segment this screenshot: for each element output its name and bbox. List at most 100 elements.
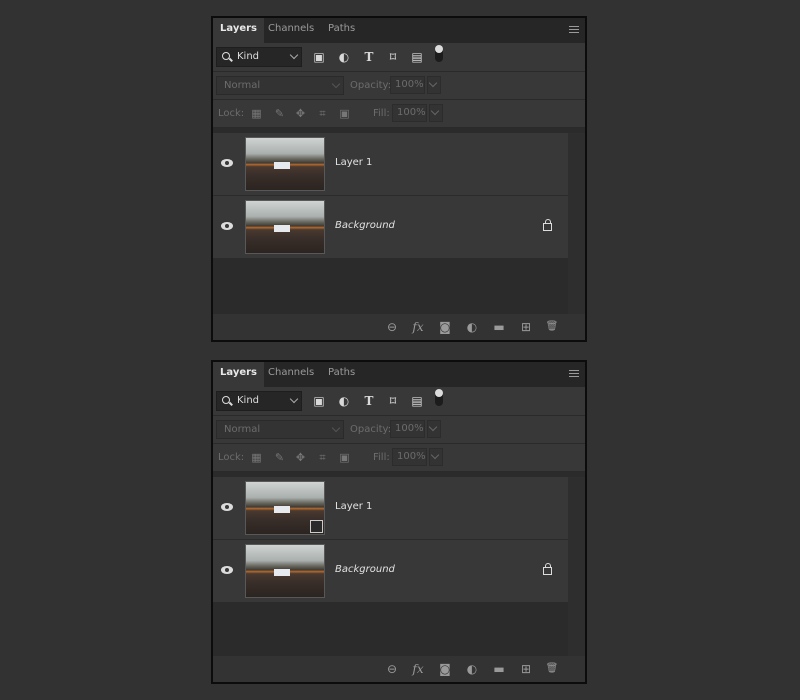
tab-paths[interactable]: Paths <box>321 18 362 43</box>
panel-footer: ⊖ fx ◙ ◐ ▬ ⊞ 🗑 <box>213 314 585 340</box>
visibility-eye-icon[interactable] <box>221 566 233 574</box>
link-layers-icon[interactable]: ⊖ <box>385 662 399 676</box>
filter-toggle[interactable] <box>435 45 443 62</box>
search-icon <box>222 396 230 404</box>
lock-artboard-icon[interactable]: ⌗ <box>317 452 328 463</box>
lock-position-icon[interactable]: ✥ <box>295 108 306 119</box>
layer-row[interactable]: Background <box>213 540 570 603</box>
visibility-eye-icon[interactable] <box>221 222 233 230</box>
adjustment-filter-icon[interactable]: ◐ <box>337 50 351 64</box>
blend-mode-value: Normal <box>224 80 261 91</box>
visibility-eye-icon[interactable] <box>221 503 233 511</box>
lock-position-icon[interactable]: ✥ <box>295 452 306 463</box>
adjustment-layer-icon[interactable]: ◐ <box>465 662 479 676</box>
fx-icon[interactable]: fx <box>411 320 425 334</box>
lock-transparent-icon[interactable]: ▦ <box>251 108 262 119</box>
blend-mode-value: Normal <box>224 424 261 435</box>
panel-menu-icon[interactable] <box>569 26 579 34</box>
lock-row: Lock: ▦ ✎ ✥ ⌗ ▣ Fill: 100% <box>213 444 585 472</box>
tab-layers[interactable]: Layers <box>213 18 264 43</box>
layer-list: Layer 1 Background <box>213 477 570 603</box>
panel-tab-bar: Layers Channels Paths <box>213 362 585 387</box>
layer-thumbnail <box>245 544 325 598</box>
lock-all-icon[interactable]: ▣ <box>339 452 350 463</box>
link-layers-icon[interactable]: ⊖ <box>385 320 399 334</box>
filter-kind-dropdown[interactable]: Kind <box>216 391 302 411</box>
layer-row[interactable]: Layer 1 <box>213 477 570 540</box>
opacity-input[interactable]: 100% <box>390 76 425 94</box>
layer-row[interactable]: Layer 1 <box>213 133 570 196</box>
fill-dropdown[interactable] <box>429 448 443 466</box>
scrollbar[interactable] <box>568 477 585 659</box>
layer-name[interactable]: Layer 1 <box>335 501 372 512</box>
blend-mode-dropdown[interactable]: Normal <box>216 420 344 439</box>
tab-channels[interactable]: Channels <box>261 362 321 387</box>
opacity-dropdown[interactable] <box>427 76 441 94</box>
filter-row: Kind ▣ ◐ T ⌑ ▤ <box>213 387 585 416</box>
smart-object-badge-icon <box>310 520 323 533</box>
new-group-icon[interactable]: ▬ <box>492 320 506 334</box>
chevron-down-icon <box>289 394 299 404</box>
new-layer-icon[interactable]: ⊞ <box>519 662 533 676</box>
chevron-down-icon <box>331 423 341 433</box>
panel-tab-bar: Layers Channels Paths <box>213 18 585 43</box>
car-in-thumbnail <box>274 506 290 513</box>
lock-all-icon[interactable]: ▣ <box>339 108 350 119</box>
opacity-label: Opacity: <box>350 80 392 91</box>
delete-icon[interactable]: 🗑 <box>545 662 559 676</box>
panel-menu-icon[interactable] <box>569 370 579 378</box>
pixel-filter-icon[interactable]: ▣ <box>312 394 326 408</box>
adjustment-filter-icon[interactable]: ◐ <box>337 394 351 408</box>
opacity-input[interactable]: 100% <box>390 420 425 438</box>
layer-name[interactable]: Background <box>335 564 395 575</box>
blend-mode-dropdown[interactable]: Normal <box>216 76 344 95</box>
lock-transparent-icon[interactable]: ▦ <box>251 452 262 463</box>
layer-thumbnail <box>245 137 325 191</box>
panel-footer: ⊖ fx ◙ ◐ ▬ ⊞ 🗑 <box>213 656 585 682</box>
new-layer-icon[interactable]: ⊞ <box>519 320 533 334</box>
lock-icon[interactable] <box>543 219 552 231</box>
pixel-filter-icon[interactable]: ▣ <box>312 50 326 64</box>
chevron-down-icon <box>430 450 440 460</box>
add-mask-icon[interactable]: ◙ <box>438 320 452 334</box>
fill-input[interactable]: 100% <box>392 448 427 466</box>
tab-channels[interactable]: Channels <box>261 18 321 43</box>
layer-thumbnail <box>245 481 325 535</box>
fill-dropdown[interactable] <box>429 104 443 122</box>
shape-filter-icon[interactable]: ⌑ <box>386 50 400 64</box>
tab-layers[interactable]: Layers <box>213 362 264 387</box>
car-in-thumbnail <box>274 225 290 232</box>
smart-object-filter-icon[interactable]: ▤ <box>410 50 424 64</box>
tab-paths[interactable]: Paths <box>321 362 362 387</box>
lock-label: Lock: <box>218 452 245 463</box>
adjustment-layer-icon[interactable]: ◐ <box>465 320 479 334</box>
opacity-dropdown[interactable] <box>427 420 441 438</box>
lock-icon[interactable] <box>543 563 552 575</box>
kind-label: Kind <box>237 51 260 62</box>
layer-row[interactable]: Background <box>213 196 570 259</box>
delete-icon[interactable]: 🗑 <box>545 320 559 334</box>
layers-panel: Layers Channels Paths Kind ▣ ◐ T ⌑ ▤ Norma… <box>211 16 587 342</box>
car-in-thumbnail <box>274 569 290 576</box>
fill-input[interactable]: 100% <box>392 104 427 122</box>
visibility-eye-icon[interactable] <box>221 159 233 167</box>
lock-image-icon[interactable]: ✎ <box>274 452 285 463</box>
layer-name[interactable]: Layer 1 <box>335 157 372 168</box>
chevron-down-icon <box>428 422 438 432</box>
filter-toggle[interactable] <box>435 389 443 406</box>
lock-image-icon[interactable]: ✎ <box>274 108 285 119</box>
fill-label: Fill: <box>373 108 390 119</box>
scrollbar[interactable] <box>568 133 585 315</box>
shape-filter-icon[interactable]: ⌑ <box>386 394 400 408</box>
kind-label: Kind <box>237 395 260 406</box>
type-filter-icon[interactable]: T <box>362 50 376 64</box>
type-filter-icon[interactable]: T <box>362 394 376 408</box>
smart-object-filter-icon[interactable]: ▤ <box>410 394 424 408</box>
add-mask-icon[interactable]: ◙ <box>438 662 452 676</box>
filter-kind-dropdown[interactable]: Kind <box>216 47 302 67</box>
layer-name[interactable]: Background <box>335 220 395 231</box>
new-group-icon[interactable]: ▬ <box>492 662 506 676</box>
fx-icon[interactable]: fx <box>411 662 425 676</box>
lock-artboard-icon[interactable]: ⌗ <box>317 108 328 119</box>
lock-label: Lock: <box>218 108 245 119</box>
